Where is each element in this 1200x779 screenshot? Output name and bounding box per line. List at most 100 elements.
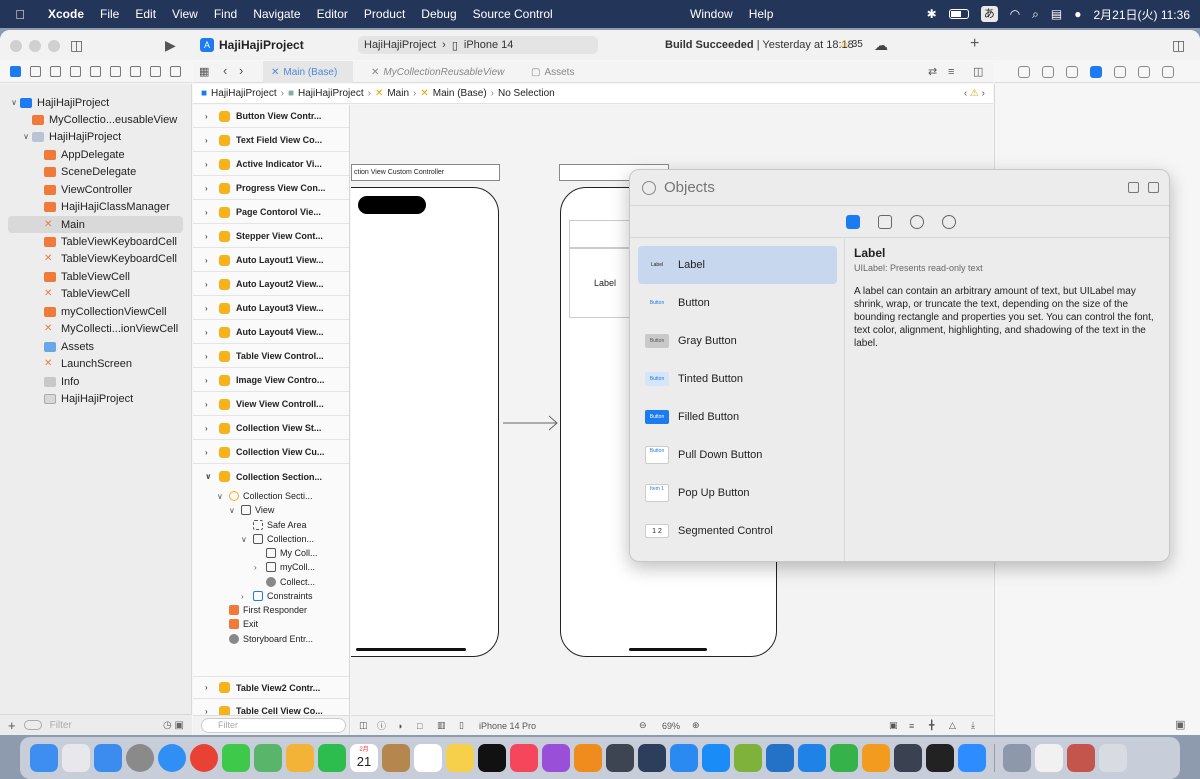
menu-view[interactable]: View xyxy=(164,7,206,21)
outline-scene[interactable]: › Collection View Cu... xyxy=(193,441,349,464)
dock-simulator-icon[interactable] xyxy=(638,744,666,772)
spotlight-search-icon[interactable]: ⌕ xyxy=(1032,7,1039,22)
outline-scene[interactable]: › Auto Layout2 View... xyxy=(193,273,349,296)
dock-zoom-icon[interactable] xyxy=(958,744,986,772)
chevron-right-icon[interactable]: › xyxy=(205,208,213,217)
library-item-tinted-button[interactable]: Button Tinted Button xyxy=(638,360,837,398)
nav-file[interactable]: SceneDelegate xyxy=(0,163,192,180)
chevron-down-icon[interactable]: ∨ xyxy=(205,472,213,481)
battery-icon[interactable] xyxy=(948,9,969,19)
objects-tab-icon[interactable] xyxy=(845,214,860,229)
chevron-right-icon[interactable]: › xyxy=(205,376,213,385)
chevron-right-icon[interactable]: › xyxy=(254,563,262,572)
dock-messages-icon[interactable] xyxy=(222,744,250,772)
dock-numbers-icon[interactable] xyxy=(830,744,858,772)
outline-node[interactable]: ∨ Collection... xyxy=(241,532,314,546)
nav-file[interactable]: HajiHajiClassManager xyxy=(0,198,192,215)
chevron-right-icon[interactable]: › xyxy=(205,280,213,289)
chevron-right-icon[interactable]: › xyxy=(241,592,249,601)
menu-file[interactable]: File xyxy=(92,7,127,21)
wifi-icon[interactable]: ◠ xyxy=(1010,7,1020,21)
chevron-right-icon[interactable]: › xyxy=(205,160,213,169)
grid-icon[interactable]: ▦ xyxy=(199,65,209,79)
navigator-filter-input[interactable]: Filter xyxy=(50,720,72,731)
nav-project-root[interactable]: ∨ HajiHajiProject xyxy=(0,94,192,111)
nav-file[interactable]: AppDelegate xyxy=(0,146,192,163)
align-icon[interactable]: ≡ xyxy=(909,721,914,731)
outline-node[interactable]: › myColl... xyxy=(254,560,315,574)
outline-scene[interactable]: › Auto Layout3 View... xyxy=(193,297,349,320)
device-frame-icon[interactable]: ▥ xyxy=(437,720,446,731)
library-item-gray-button[interactable]: Button Gray Button xyxy=(638,322,837,360)
zoom-in-icon[interactable]: ⊕ xyxy=(692,720,700,731)
zoom-window-button[interactable] xyxy=(48,40,60,52)
library-item-button[interactable]: Button Button xyxy=(638,284,837,322)
breakpoint-navigator-icon[interactable] xyxy=(150,66,161,77)
chevron-right-icon[interactable]: › xyxy=(205,304,213,313)
connections-inspector-icon[interactable] xyxy=(1162,65,1174,78)
nav-file[interactable]: ✕ LaunchScreen xyxy=(0,355,192,372)
report-navigator-icon[interactable] xyxy=(170,66,181,77)
cloud-icon[interactable]: ☁ xyxy=(874,38,888,52)
menu-navigate[interactable]: Navigate xyxy=(245,7,308,21)
chevron-right-icon[interactable]: › xyxy=(205,352,213,361)
swap-icon[interactable]: ⇄ xyxy=(928,65,937,79)
identity-inspector-icon[interactable] xyxy=(1090,65,1102,78)
warnings-badge[interactable]: ⚠ 35 xyxy=(840,39,863,50)
symbol-navigator-icon[interactable] xyxy=(50,66,61,77)
toggle-navigator-icon[interactable]: ◫ xyxy=(70,38,83,52)
menu-find[interactable]: Find xyxy=(206,7,245,21)
nav-file[interactable]: ViewController xyxy=(0,181,192,198)
images-tab-icon[interactable] xyxy=(877,214,892,229)
filter-options-icon[interactable] xyxy=(23,720,42,730)
menu-product[interactable]: Product xyxy=(356,7,413,21)
nav-file[interactable]: Info xyxy=(0,373,192,390)
editor-options-icon[interactable]: ≡ xyxy=(948,65,954,79)
tab-main-base[interactable]: ✕ Main (Base) xyxy=(263,61,353,83)
dock-mail-icon[interactable] xyxy=(94,744,122,772)
tab-mycollectionreusableview[interactable]: ✕ MyCollectionReusableView xyxy=(363,61,513,83)
dock-facetime-icon[interactable] xyxy=(318,744,346,772)
debug-navigator-icon[interactable] xyxy=(130,66,141,77)
dock-textedit-icon[interactable] xyxy=(1035,744,1063,772)
library-item-filled-button[interactable]: Button Filled Button xyxy=(638,398,837,436)
add-file-icon[interactable]: + xyxy=(8,718,16,733)
source-control-navigator-icon[interactable] xyxy=(30,66,41,77)
nav-file[interactable]: ✕ TableViewKeyboardCell xyxy=(0,250,192,267)
outline-scene[interactable]: › Table Cell View Co... xyxy=(193,700,349,715)
chevron-down-icon[interactable]: ∨ xyxy=(229,506,237,515)
outline-scene[interactable]: › Active Indicator Vi... xyxy=(193,153,349,176)
scene-title-bar[interactable]: ction View Custom Controller xyxy=(351,164,500,181)
recent-files-icon[interactable]: ◷ ▣ xyxy=(163,720,184,731)
outline-scene[interactable]: › Button View Contr... xyxy=(193,105,349,128)
outline-node[interactable]: › Constraints xyxy=(241,589,313,603)
dock-trash-icon[interactable] xyxy=(1099,744,1127,772)
dock-preview-icon[interactable] xyxy=(1003,744,1031,772)
dock-safari-icon[interactable] xyxy=(158,744,186,772)
test-navigator-icon[interactable] xyxy=(110,66,121,77)
chevron-down-icon[interactable]: ∨ xyxy=(8,98,20,107)
dock-notes-icon[interactable] xyxy=(446,744,474,772)
dock-system-preferences-icon[interactable] xyxy=(126,744,154,772)
chevron-right-icon[interactable]: › xyxy=(205,184,213,193)
colors-tab-icon[interactable] xyxy=(909,214,924,229)
outline-scene[interactable]: › Table View2 Contr... xyxy=(193,676,349,699)
dock-photos-icon[interactable] xyxy=(286,744,314,772)
siri-icon[interactable]: ● xyxy=(1074,7,1081,21)
dock-app-icon[interactable] xyxy=(670,744,698,772)
chevron-right-icon[interactable]: › xyxy=(205,448,213,457)
minimize-window-button[interactable] xyxy=(29,40,41,52)
scheme-selector[interactable]: HajiHajiProject › ▯ iPhone 14 xyxy=(358,36,598,54)
menu-app[interactable]: Xcode xyxy=(40,7,92,21)
chevron-right-icon[interactable]: › xyxy=(205,256,213,265)
size-inspector-icon[interactable] xyxy=(1138,65,1150,78)
device-name[interactable]: iPhone 14 xyxy=(464,39,514,51)
nav-group[interactable]: ∨ HajiHajiProject xyxy=(0,128,192,145)
appearance-icon[interactable]: ⓘ xyxy=(377,719,386,732)
outline-scene[interactable]: › Stepper View Cont... xyxy=(193,225,349,248)
history-inspector-icon[interactable] xyxy=(1042,65,1054,78)
library-item-pop-up-button[interactable]: Item 1 Pop Up Button xyxy=(638,474,837,512)
pin-icon[interactable]: ╋ xyxy=(929,720,934,731)
chevron-right-icon[interactable]: › xyxy=(205,232,213,241)
chevron-down-icon[interactable]: ∨ xyxy=(217,492,225,501)
